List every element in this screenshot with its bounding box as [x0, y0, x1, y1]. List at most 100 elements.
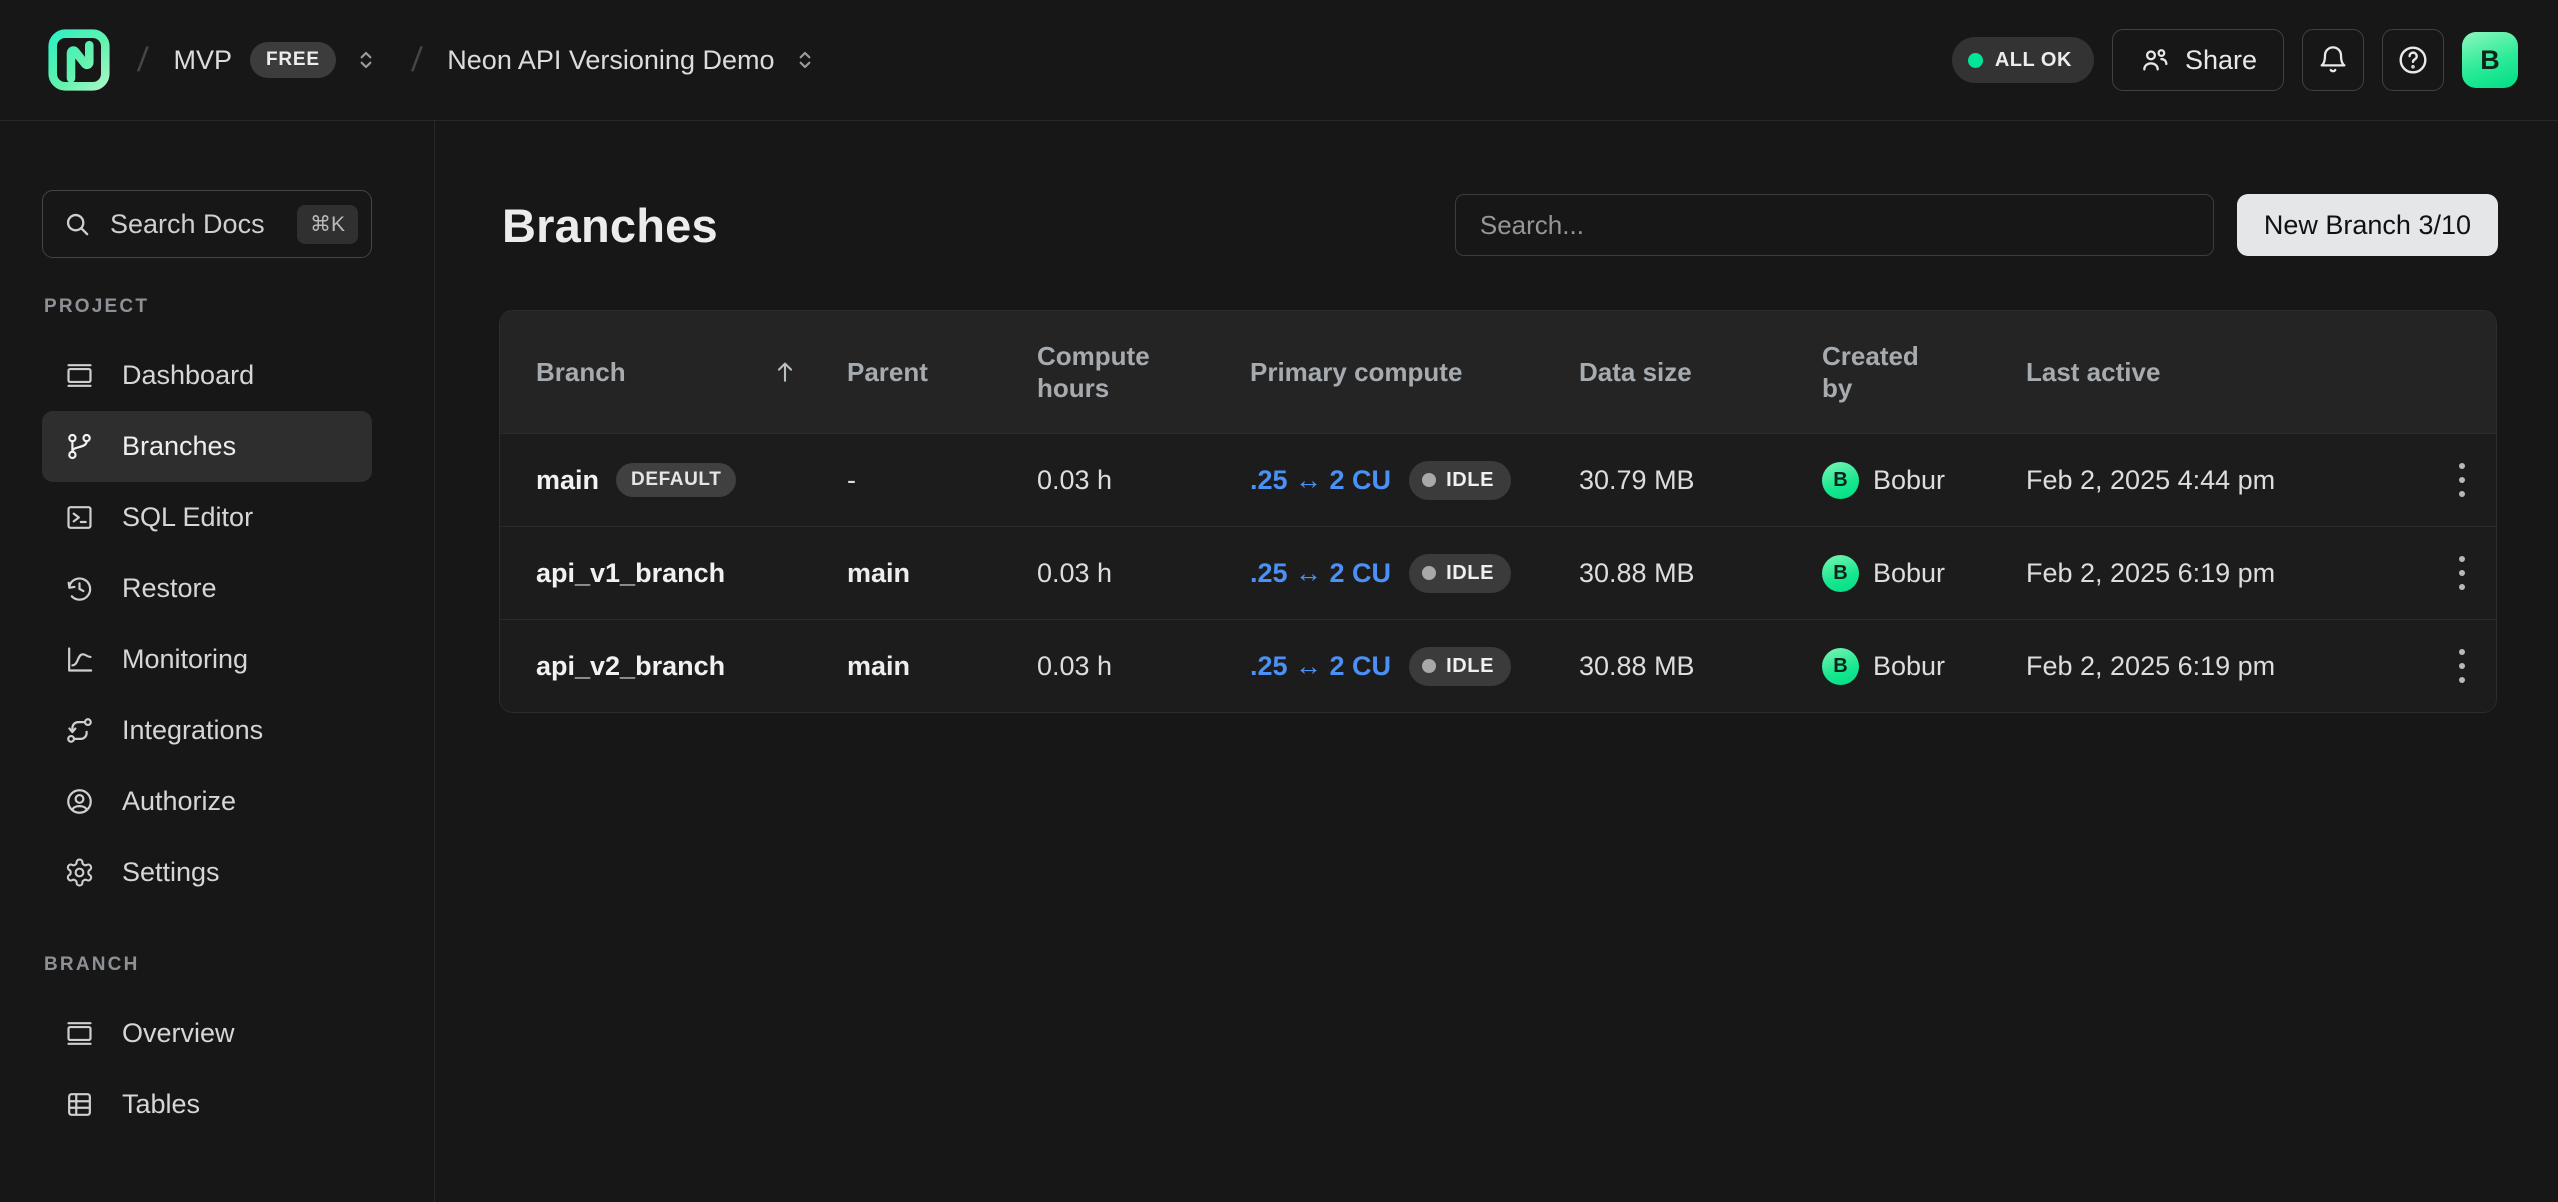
top-bar-actions: ALL OK Share [1952, 29, 2518, 91]
column-header-created-by[interactable]: Created by [1822, 340, 2026, 405]
status-badge[interactable]: ALL OK [1952, 37, 2094, 83]
sidebar-item-label: Branches [122, 431, 236, 462]
share-label: Share [2185, 45, 2257, 76]
parent-cell: main [847, 651, 1037, 682]
plan-badge: FREE [250, 42, 336, 78]
breadcrumb-project[interactable]: Neon API Versioning Demo [447, 45, 774, 76]
primary-compute-link[interactable]: .25 ↔ 2 CU [1250, 465, 1391, 496]
branch-search-input[interactable] [1455, 194, 2214, 256]
sidebar-item-tables[interactable]: Tables [42, 1069, 372, 1140]
settings-icon [63, 857, 95, 889]
column-header-compute-hours[interactable]: Compute hours [1037, 340, 1250, 405]
breadcrumb-org[interactable]: MVP [173, 45, 232, 76]
search-icon [63, 210, 92, 239]
sidebar: Search Docs ⌘K PROJECT Dashboard Branche… [0, 121, 435, 1202]
last-active-cell: Feb 2, 2025 4:44 pm [2026, 465, 2440, 496]
column-header-last-active[interactable]: Last active [2026, 356, 2440, 389]
data-size-cell: 30.88 MB [1579, 558, 1822, 589]
table-row[interactable]: main DEFAULT - 0.03 h .25 ↔ 2 CU IDLE 30… [500, 433, 2496, 526]
sidebar-item-monitoring[interactable]: Monitoring [42, 624, 372, 695]
sql-editor-icon [63, 502, 95, 534]
section-label-project: PROJECT [44, 296, 412, 318]
created-by-cell: B Bobur [1822, 648, 2026, 685]
creator-avatar: B [1822, 555, 1859, 592]
status-label: ALL OK [1995, 49, 2072, 72]
main-content: Branches New Branch 3/10 Branch Parent [435, 121, 2558, 1202]
sidebar-item-label: Authorize [122, 786, 236, 817]
branch-name[interactable]: api_v1_branch [536, 558, 725, 589]
sidebar-item-branches[interactable]: Branches [42, 411, 372, 482]
sort-ascending-icon[interactable] [771, 358, 799, 386]
sidebar-item-authorize[interactable]: Authorize [42, 766, 372, 837]
compute-hours-cell: 0.03 h [1037, 651, 1250, 682]
overview-icon [63, 1018, 95, 1050]
notifications-button[interactable] [2302, 29, 2364, 91]
search-docs-button[interactable]: Search Docs ⌘K [42, 190, 372, 258]
table-row[interactable]: api_v1_branch main 0.03 h .25 ↔ 2 CU IDL… [500, 526, 2496, 619]
row-menu-button[interactable] [2440, 543, 2484, 603]
table-row[interactable]: api_v2_branch main 0.03 h .25 ↔ 2 CU IDL… [500, 619, 2496, 712]
branch-name[interactable]: api_v2_branch [536, 651, 725, 682]
sidebar-item-settings[interactable]: Settings [42, 837, 372, 908]
sidebar-item-label: Overview [122, 1018, 235, 1049]
top-bar: / MVP FREE / Neon API Versioning Demo AL… [0, 0, 2558, 121]
status-dot-icon [1968, 53, 1983, 68]
restore-icon [63, 573, 95, 605]
avatar-initial: B [2480, 45, 2500, 76]
sidebar-item-label: Integrations [122, 715, 263, 746]
created-by-cell: B Bobur [1822, 555, 2026, 592]
share-button[interactable]: Share [2112, 29, 2284, 91]
sidebar-item-restore[interactable]: Restore [42, 553, 372, 624]
compute-hours-cell: 0.03 h [1037, 465, 1250, 496]
sidebar-item-overview[interactable]: Overview [42, 998, 372, 1069]
org-selector-chevrons-icon[interactable] [346, 40, 386, 80]
row-menu-button[interactable] [2440, 636, 2484, 696]
project-selector-chevrons-icon[interactable] [785, 40, 825, 80]
tables-icon [63, 1089, 95, 1121]
idle-dot-icon [1422, 473, 1436, 487]
sidebar-item-label: Restore [122, 573, 217, 604]
creator-avatar: B [1822, 462, 1859, 499]
branches-table: Branch Parent Compute hours Primary comp… [499, 310, 2497, 713]
authorize-icon [63, 786, 95, 818]
column-header-branch[interactable]: Branch [500, 356, 847, 389]
user-avatar[interactable]: B [2462, 32, 2518, 88]
created-by-cell: B Bobur [1822, 462, 2026, 499]
creator-name: Bobur [1873, 465, 1945, 496]
sidebar-item-label: SQL Editor [122, 502, 253, 533]
sidebar-item-dashboard[interactable]: Dashboard [42, 340, 372, 411]
new-branch-button[interactable]: New Branch 3/10 [2237, 194, 2498, 256]
column-header-primary-compute[interactable]: Primary compute [1250, 356, 1579, 389]
help-button[interactable] [2382, 29, 2444, 91]
compute-status-badge: IDLE [1409, 554, 1511, 593]
dashboard-icon [63, 360, 95, 392]
primary-compute-link[interactable]: .25 ↔ 2 CU [1250, 651, 1391, 682]
parent-cell: - [847, 465, 1037, 496]
creator-name: Bobur [1873, 651, 1945, 682]
default-badge: DEFAULT [616, 463, 736, 497]
monitoring-icon [63, 644, 95, 676]
table-header-row: Branch Parent Compute hours Primary comp… [500, 311, 2496, 433]
sidebar-item-label: Tables [122, 1089, 200, 1120]
primary-compute-link[interactable]: .25 ↔ 2 CU [1250, 558, 1391, 589]
branch-name[interactable]: main [536, 465, 599, 496]
row-menu-button[interactable] [2440, 450, 2484, 510]
search-docs-label: Search Docs [110, 209, 265, 240]
parent-cell: main [847, 558, 1037, 589]
column-header-data-size[interactable]: Data size [1579, 356, 1822, 389]
data-size-cell: 30.79 MB [1579, 465, 1822, 496]
column-header-parent[interactable]: Parent [847, 356, 1037, 389]
question-circle-icon [2396, 43, 2430, 77]
sidebar-item-sql-editor[interactable]: SQL Editor [42, 482, 372, 553]
neon-console: / MVP FREE / Neon API Versioning Demo AL… [0, 0, 2558, 1202]
breadcrumb-separator: / [136, 41, 150, 80]
keyboard-shortcut-badge: ⌘K [297, 205, 358, 244]
sidebar-item-label: Monitoring [122, 644, 248, 675]
data-size-cell: 30.88 MB [1579, 651, 1822, 682]
neon-logo[interactable] [46, 27, 112, 93]
sidebar-item-integrations[interactable]: Integrations [42, 695, 372, 766]
compute-hours-cell: 0.03 h [1037, 558, 1250, 589]
breadcrumb-separator: / [410, 41, 424, 80]
creator-name: Bobur [1873, 558, 1945, 589]
compute-status-badge: IDLE [1409, 647, 1511, 686]
